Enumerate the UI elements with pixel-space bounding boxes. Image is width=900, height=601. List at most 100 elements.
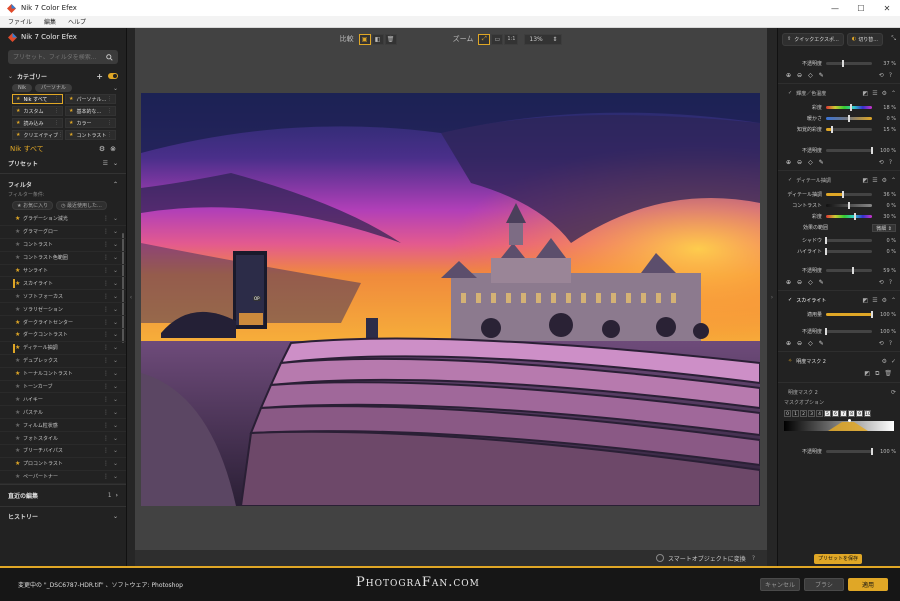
more-icon[interactable]: ⋮ (103, 344, 109, 351)
mask-icon[interactable]: ◩ (863, 177, 869, 184)
filter-item[interactable]: ★ フォトスタイル ⋮ ⌄ (0, 432, 126, 446)
star-icon[interactable]: ★ (15, 267, 23, 274)
filter-item[interactable]: ★ フィルム粒状感 ⋮ ⌄ (0, 419, 126, 433)
slider-track[interactable] (826, 311, 873, 318)
help-icon[interactable]: ? (889, 72, 892, 79)
copy-icon[interactable]: ⧉ (875, 370, 879, 378)
more-icon[interactable]: ⋮ (103, 331, 109, 338)
chevron-down-icon[interactable]: ⌄ (113, 396, 118, 403)
filter-item[interactable]: ★ コントラスト色範囲 ⋮ ⌄ (0, 252, 126, 265)
control-point-minus-icon[interactable]: ⊖ (797, 340, 802, 347)
slider-handle[interactable] (848, 115, 850, 122)
chevron-down-icon[interactable]: ⌄ (113, 254, 118, 261)
search-input[interactable] (13, 53, 106, 61)
chevron-left-icon[interactable]: ‹ (130, 294, 132, 301)
menu-icon[interactable]: ☰ (872, 90, 877, 97)
maximize-icon[interactable]: ☐ (848, 4, 874, 13)
check-icon[interactable]: ✓ (891, 358, 896, 365)
mask-level-button[interactable]: 3 (808, 409, 815, 417)
more-icon[interactable]: ⋮ (103, 473, 109, 480)
list-view-icon[interactable]: ☰ (103, 160, 108, 167)
mask-icon[interactable]: ◩ (863, 90, 869, 97)
more-icon[interactable]: ⋮ (103, 370, 109, 377)
slider-handle[interactable] (853, 213, 856, 220)
filter-item[interactable]: ★ サンライト ⋮ ⌄ (0, 265, 126, 278)
filter-item[interactable]: ★ トーンカーブ ⋮ ⌄ (0, 381, 126, 394)
slider-handle[interactable] (842, 60, 845, 67)
slider-handle[interactable] (825, 237, 827, 244)
luminosity-handle[interactable] (848, 419, 851, 422)
compare-split-icon[interactable]: ◧ (371, 33, 384, 45)
star-icon[interactable]: ★ (15, 447, 23, 454)
slider-handle[interactable] (850, 104, 853, 111)
zoom-select[interactable]: 13% ⇕ (524, 33, 563, 45)
slider-track[interactable] (825, 248, 872, 255)
presets-header[interactable]: プリセット ☰ ⌄ (0, 156, 126, 170)
chevron-down-icon[interactable]: ⌄ (113, 473, 118, 480)
slider-track[interactable] (826, 147, 873, 154)
chevron-down-icon[interactable]: ⌄ (113, 160, 118, 167)
tag-nik[interactable]: Nik (12, 84, 33, 92)
filter-item[interactable]: ★ パステル ⋮ ⌄ (0, 406, 126, 420)
filter-item[interactable]: ★ ペーパートナー ⋮ ⌄ (0, 471, 126, 484)
chevron-down-icon[interactable]: ⌄ (113, 215, 118, 222)
filter-item[interactable]: ★ プロコントラスト ⋮ ⌄ (0, 458, 126, 471)
category-item[interactable]: ★ カラー ⋮ (65, 118, 116, 128)
mask-level-button[interactable]: 4 (816, 409, 823, 417)
mask-level-button[interactable]: 7 (840, 409, 847, 417)
chevron-down-icon[interactable]: ⌄ (113, 460, 118, 467)
check-icon[interactable]: ✓ (788, 297, 792, 303)
more-icon[interactable]: ⋮ (103, 254, 109, 261)
filter-item[interactable]: ★ グラデーション減光 ⋮ ⌄ (0, 213, 126, 226)
more-icon[interactable]: ⋮ (103, 228, 109, 235)
star-icon[interactable]: ★ (15, 344, 23, 351)
filter-item[interactable]: ★ ディテール抽調 ⋮ ⌄ (0, 342, 126, 355)
chevron-down-icon[interactable]: ⌄ (113, 383, 118, 390)
star-icon[interactable]: ★ (15, 241, 23, 248)
brush-icon[interactable]: ✎ (819, 340, 824, 347)
star-icon[interactable]: ★ (15, 422, 23, 429)
chevron-down-icon[interactable]: ⌄ (113, 447, 118, 454)
history-header[interactable]: ヒストリー ⌄ (0, 506, 126, 526)
more-icon[interactable]: ⋮ (54, 96, 59, 102)
mask-level-button[interactable]: 6 (832, 409, 839, 417)
chevron-down-icon[interactable]: ⌄ (113, 344, 118, 351)
mask-level-button[interactable]: 8 (848, 409, 855, 417)
refresh-icon[interactable]: ⟳ (891, 389, 896, 396)
more-icon[interactable]: ⋮ (103, 280, 109, 287)
more-icon[interactable]: ⋮ (103, 293, 109, 300)
reset-icon[interactable]: ⟲ (879, 340, 884, 347)
more-icon[interactable]: ⋮ (103, 357, 109, 364)
filter-item[interactable]: ★ ダークライトセンター ⋮ ⌄ (0, 316, 126, 330)
mask-edit-icon[interactable]: ◩ (864, 370, 870, 378)
slider-handle[interactable] (848, 202, 850, 209)
mask-settings-icon[interactable]: ⚙ (882, 358, 887, 365)
filter-section-header[interactable]: ✓ 輝度／色温度 ◩ ☰ ⚙ ⌃ (778, 86, 900, 100)
help-icon[interactable]: ? (889, 159, 892, 166)
smart-object-toggle[interactable] (655, 554, 664, 562)
category-item[interactable]: ★ パーソナル... ⋮ (65, 94, 116, 104)
mask-level-button[interactable]: 0 (784, 409, 791, 417)
mask-item[interactable]: ✧ 明度マスク 2 ⚙ ✓ (778, 354, 900, 368)
chevron-down-icon[interactable]: ⌄ (113, 293, 118, 300)
compare-single-icon[interactable]: ▣ (358, 33, 371, 45)
chevron-down-icon[interactable]: ⌄ (113, 370, 118, 377)
more-icon[interactable]: ⋮ (103, 215, 109, 222)
chevron-up-icon[interactable]: ⌃ (891, 90, 896, 97)
category-item[interactable]: ★ クリエイティブ ⋮ (12, 130, 63, 140)
slider-track[interactable] (826, 104, 872, 111)
filter-item[interactable]: ★ スカイライト ⋮ ⌄ (0, 277, 126, 291)
search-icon[interactable] (106, 53, 113, 61)
more-icon[interactable]: ⋮ (103, 383, 109, 390)
tag-dropdown-icon[interactable]: ⌄ (113, 85, 118, 92)
brush-button[interactable]: ブラシ (804, 578, 844, 591)
filter-item[interactable]: ★ ソラリゼーション ⋮ ⌄ (0, 303, 126, 317)
slider-track[interactable] (826, 115, 872, 122)
quick-export-button[interactable]: ⇪ クイックエクスポ... (782, 32, 844, 46)
control-point-minus-icon[interactable]: ⊖ (797, 72, 802, 79)
search-box[interactable] (8, 50, 118, 64)
more-icon[interactable]: ⋮ (54, 108, 59, 114)
chevron-up-icon[interactable]: ⌃ (891, 297, 896, 304)
brush-icon[interactable]: ✎ (819, 159, 824, 166)
brush-icon[interactable]: ✎ (819, 72, 824, 79)
